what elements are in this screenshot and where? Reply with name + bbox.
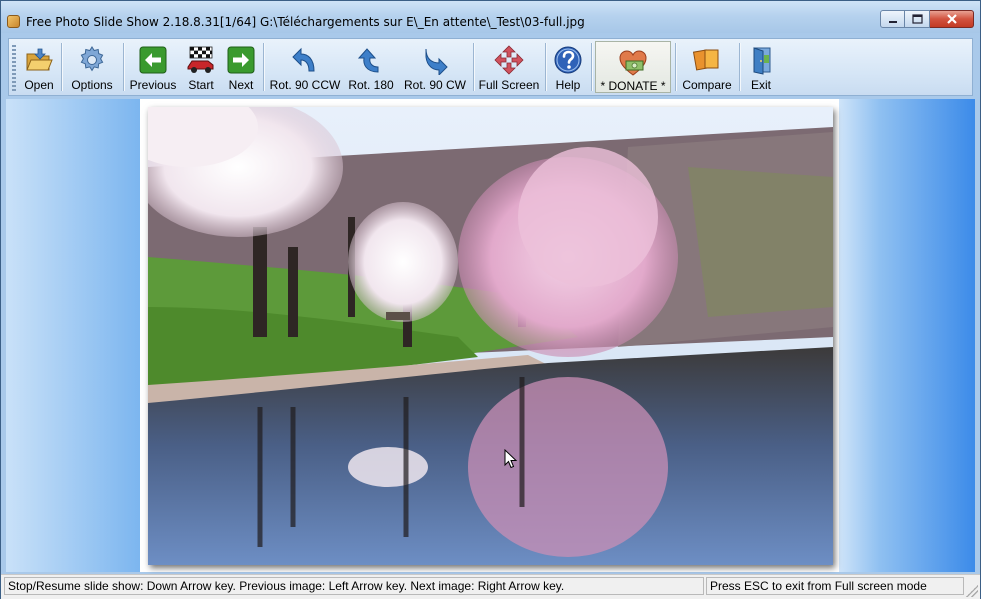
- viewer-background-right: [839, 99, 975, 572]
- donate-button[interactable]: * DONATE *: [595, 41, 671, 93]
- status-bar: Stop/Resume slide show: Down Arrow key. …: [1, 574, 980, 599]
- photo-display[interactable]: [148, 107, 833, 565]
- start-label: Start: [188, 78, 214, 92]
- exit-door-icon: [753, 47, 771, 75]
- open-label: Open: [24, 78, 54, 92]
- exit-label: Exit: [750, 78, 771, 92]
- arrow-right-icon: [227, 46, 255, 74]
- toolbar-grip[interactable]: [12, 45, 16, 91]
- caption-buttons: [880, 10, 974, 28]
- next-button[interactable]: Next: [223, 39, 259, 95]
- close-icon: [930, 11, 973, 27]
- mouse-cursor-icon: [504, 449, 518, 469]
- minimize-icon: [881, 11, 904, 27]
- compare-label: Compare: [682, 78, 732, 92]
- toolbar-separator: [61, 43, 63, 91]
- resize-grip[interactable]: [966, 585, 978, 597]
- toolbar-separator: [675, 43, 677, 91]
- rotate-180-button[interactable]: Rot. 180: [345, 39, 397, 95]
- rotate-cw-button[interactable]: Rot. 90 CW: [399, 39, 471, 95]
- rotate-180-label: Rot. 180: [348, 78, 394, 92]
- rotate-cw-icon: [425, 48, 448, 75]
- help-button[interactable]: Help: [549, 39, 587, 95]
- next-label: Next: [228, 78, 254, 92]
- previous-label: Previous: [129, 78, 177, 92]
- folder-open-icon: [26, 48, 53, 71]
- toolbar-separator: [591, 43, 593, 91]
- previous-button[interactable]: Previous: [127, 39, 179, 95]
- gear-icon: [80, 46, 104, 72]
- window-title: Free Photo Slide Show 2.18.8.31[1/64] G:…: [26, 15, 585, 29]
- help-question-icon: [554, 46, 582, 74]
- full-screen-button[interactable]: Full Screen: [477, 39, 541, 95]
- compare-icon: [692, 49, 719, 71]
- fullscreen-arrows-icon: [494, 45, 524, 75]
- app-icon[interactable]: [7, 15, 20, 28]
- open-button[interactable]: Open: [21, 39, 57, 95]
- exit-button[interactable]: Exit: [743, 39, 779, 95]
- close-button[interactable]: [930, 10, 974, 28]
- toolbar-separator: [263, 43, 265, 91]
- maximize-icon: [905, 11, 929, 27]
- app-window: Free Photo Slide Show 2.18.8.31[1/64] G:…: [0, 0, 981, 599]
- rotate-ccw-icon: [292, 47, 315, 72]
- options-button[interactable]: Options: [65, 39, 119, 95]
- heart-money-icon: [619, 50, 647, 76]
- title-bar[interactable]: Free Photo Slide Show 2.18.8.31[1/64] G:…: [1, 1, 980, 33]
- start-button[interactable]: Start: [181, 39, 221, 95]
- status-escape-hint: Press ESC to exit from Full screen mode: [706, 577, 964, 595]
- toolbar-separator: [473, 43, 475, 91]
- donate-label: * DONATE *: [600, 79, 666, 93]
- toolbar-separator: [739, 43, 741, 91]
- toolbar-separator: [123, 43, 125, 91]
- arrow-left-icon: [139, 46, 167, 74]
- full-screen-label: Full Screen: [478, 78, 540, 92]
- maximize-button[interactable]: [905, 10, 930, 28]
- toolbar: Open Options Previous Start Next Rot. 90…: [8, 38, 973, 96]
- options-label: Options: [71, 78, 113, 92]
- status-shortcuts-text: Stop/Resume slide show: Down Arrow key. …: [4, 577, 704, 595]
- photo-image: [148, 107, 833, 565]
- rotate-180-icon: [357, 48, 379, 73]
- toolbar-separator: [545, 43, 547, 91]
- rotate-ccw-label: Rot. 90 CCW: [269, 78, 341, 92]
- minimize-button[interactable]: [880, 10, 905, 28]
- help-label: Help: [555, 78, 581, 92]
- rotate-ccw-button[interactable]: Rot. 90 CCW: [267, 39, 343, 95]
- race-car-flag-icon: [187, 46, 214, 73]
- rotate-cw-label: Rot. 90 CW: [403, 78, 466, 92]
- compare-button[interactable]: Compare: [679, 39, 735, 95]
